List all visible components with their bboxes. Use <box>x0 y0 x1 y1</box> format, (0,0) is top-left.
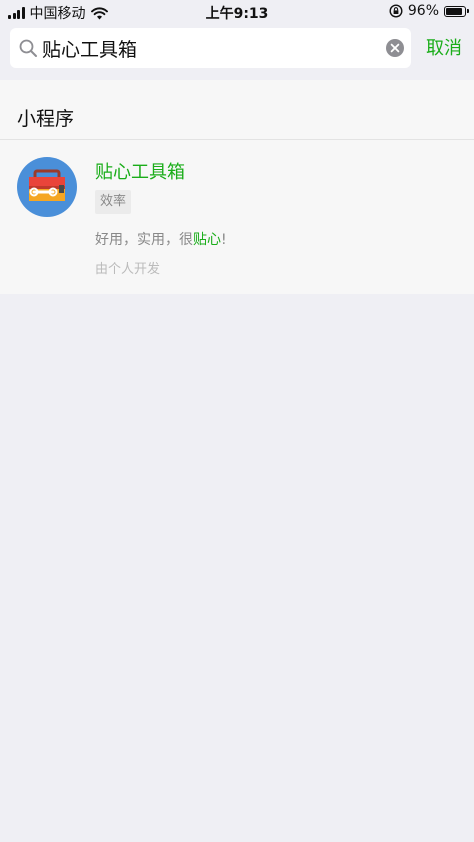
battery-icon <box>444 5 469 17</box>
app-name: 贴心工具箱 <box>95 162 185 183</box>
battery-percent: 96% <box>407 3 439 19</box>
search-bar: 取消 <box>0 28 474 68</box>
developer-label: 由个人开发 <box>95 262 161 277</box>
search-box <box>10 28 411 68</box>
search-results: 小程序 贴心工具箱 效率 好用，实用，很贴心! 由个人开发 <box>0 80 474 294</box>
desc-highlight: 贴心 <box>193 232 221 248</box>
cancel-button[interactable]: 取消 <box>426 34 462 60</box>
status-right: 96% <box>389 3 469 19</box>
desc-prefix: 好用，实用，很 <box>95 232 193 248</box>
toolbox-icon <box>29 169 65 201</box>
clear-search-icon[interactable] <box>385 38 405 58</box>
result-item[interactable]: 贴心工具箱 效率 好用，实用，很贴心! 由个人开发 <box>0 140 474 294</box>
status-bar: 中国移动 上午9:13 96% <box>0 0 474 24</box>
desc-suffix: ! <box>221 232 227 248</box>
app-avatar <box>17 157 77 217</box>
orientation-lock-icon <box>389 4 403 18</box>
search-icon <box>19 39 37 57</box>
app-description: 好用，实用，很贴心! <box>95 229 227 249</box>
search-input[interactable] <box>42 28 371 68</box>
section-title: 小程序 <box>17 108 75 130</box>
category-tag: 效率 <box>95 190 132 214</box>
